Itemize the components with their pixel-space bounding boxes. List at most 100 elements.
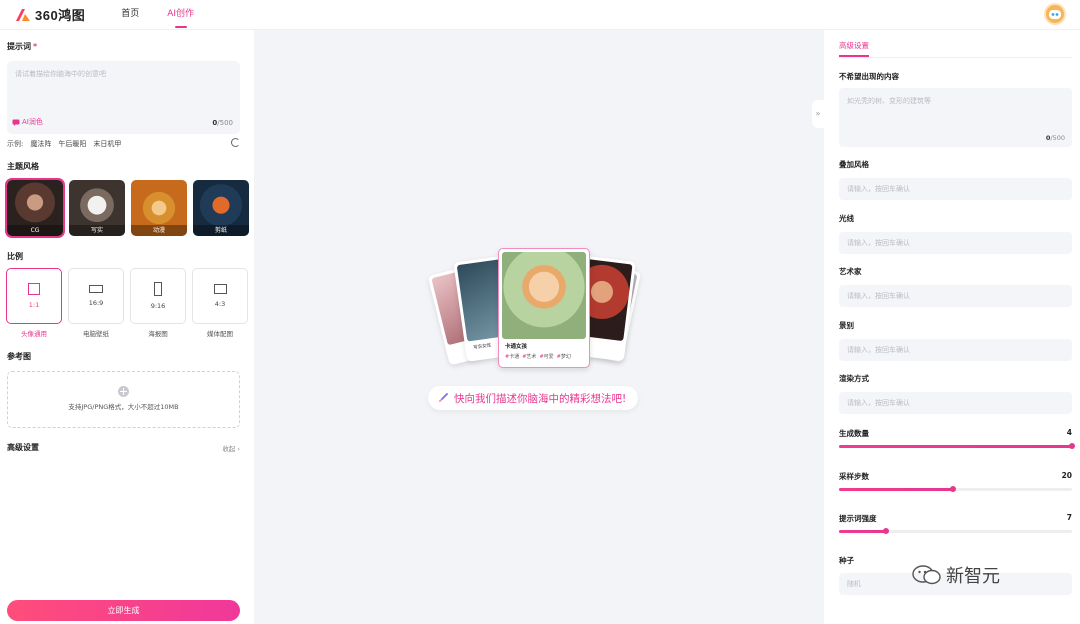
style-label: CG [7, 225, 63, 236]
style-card-cg[interactable]: CG [5, 178, 65, 238]
slider-strength: 提示词强度 7 [839, 513, 1072, 534]
prompt-counter: 0/500 [212, 119, 233, 127]
slider-value: 20 [1061, 471, 1072, 480]
slider-track[interactable] [839, 443, 1075, 449]
style-label: 写实 [69, 225, 125, 236]
example-item[interactable]: 末日机甲 [93, 139, 121, 149]
style-card-realistic[interactable]: 写实 [69, 180, 125, 236]
example-item[interactable]: 魔法阵 [30, 139, 51, 149]
shot-input[interactable]: 请输入，按回车确认 [839, 339, 1072, 361]
ai-polish-button[interactable]: AI润色 [12, 117, 43, 127]
ratio-value: 1:1 [28, 301, 40, 309]
negative-counter: 0/500 [1046, 134, 1065, 142]
advanced-title: 高级设置 [7, 443, 39, 452]
featured-sample-card[interactable]: 卡通女孩 卡通 艺术 可爱 梦幻 [498, 248, 590, 368]
chat-icon [12, 119, 20, 126]
slider-handle[interactable] [882, 528, 889, 534]
prompt-max: /500 [217, 119, 233, 127]
artist-input[interactable]: 请输入，按回车确认 [839, 285, 1072, 307]
logo[interactable]: 360鸿图 [14, 5, 85, 24]
style-card-anime[interactable]: 动漫 [131, 180, 187, 236]
examples-row: 示例: 魔法阵 午后暖阳 末日机甲 [7, 138, 240, 149]
slider-handle[interactable] [1069, 443, 1075, 449]
render-input[interactable]: 请输入，按回车确认 [839, 392, 1072, 414]
nav-item-home[interactable]: 首页 [121, 0, 139, 30]
negative-label: 不希望出现的内容 [839, 72, 899, 81]
wechat-icon [912, 565, 941, 585]
ratio-value: 16:9 [88, 299, 104, 307]
top-nav: 360鸿图 首页 AI创作 [0, 0, 1080, 30]
reference-title: 参考图 [7, 352, 31, 361]
ratio-value: 4:3 [214, 300, 226, 308]
prompt-input[interactable]: 请试着描绘你脑海中的创意吧 AI润色 0/500 [7, 61, 240, 134]
ratio-box: 9:16 [130, 268, 186, 324]
ratio-standard-icon [213, 284, 227, 294]
ratio-name: 海报图 [148, 330, 168, 338]
required-mark: * [33, 42, 38, 51]
tab-divider [839, 57, 1072, 58]
tab-advanced[interactable]: 高级设置 [839, 40, 869, 57]
collapse-button[interactable]: 收起 › [222, 443, 240, 453]
ratio-portrait-icon [154, 282, 162, 296]
slider-steps: 采样步数 20 [839, 471, 1072, 492]
ratio-16-9[interactable]: 16:9 电脑壁纸 [68, 268, 124, 338]
example-item[interactable]: 午后暖阳 [58, 139, 86, 149]
ratio-name: 电脑壁纸 [83, 330, 109, 338]
logo-text: 360鸿图 [35, 8, 86, 23]
ratio-1-1[interactable]: 1:1 头像通用 [6, 268, 62, 338]
reference-upload[interactable]: 支持JPG/PNG格式，大小不超过10MB [7, 371, 240, 428]
negative-input[interactable]: 如光秃的树、变形的建筑等 0/500 [839, 88, 1072, 147]
ratio-box: 1:1 [6, 268, 62, 324]
avatar[interactable] [1044, 3, 1066, 25]
negative-placeholder: 如光秃的树、变形的建筑等 [847, 97, 931, 105]
right-panel: 高级设置 不希望出现的内容 如光秃的树、变形的建筑等 0/500 叠加风格 请输… [824, 30, 1080, 624]
lighting-input[interactable]: 请输入，按回车确认 [839, 232, 1072, 254]
slider-fill [839, 488, 954, 491]
sample-card-title: 写实女性 [473, 343, 492, 351]
field-label: 景别 [839, 321, 854, 330]
refresh-icon[interactable] [231, 138, 240, 147]
ratio-9-16[interactable]: 9:16 海报图 [130, 268, 186, 338]
style-title: 主题风格 [7, 162, 39, 171]
sample-cards: 写实女性 卡通女孩 卡通 艺术 可爱 梦幻 [427, 240, 660, 380]
overlay-style-input[interactable]: 请输入，按回车确认 [839, 178, 1072, 200]
slider-track[interactable] [839, 528, 1072, 534]
prompt-placeholder: 请试着描绘你脑海中的创意吧 [15, 70, 106, 78]
brush-icon [439, 393, 448, 402]
slider-label: 生成数量 [839, 429, 869, 438]
tag: 梦幻 [557, 353, 571, 360]
style-card-papercut[interactable]: 剪纸 [193, 180, 249, 236]
generate-button[interactable]: 立即生成 [7, 600, 240, 621]
describe-hint-text: 快向我们描述你脑海中的精彩想法吧! [454, 392, 627, 405]
watermark-text: 新智元 [946, 566, 1000, 587]
ratio-value: 9:16 [150, 302, 166, 310]
expand-panel-button[interactable]: » [812, 100, 824, 128]
tag: 卡通 [505, 353, 519, 360]
slider-count: 生成数量 4 [839, 428, 1075, 449]
examples-label: 示例: [7, 140, 24, 148]
plus-icon [118, 386, 129, 397]
ratio-landscape-icon [89, 285, 103, 293]
field-label: 艺术家 [839, 267, 862, 276]
style-label: 动漫 [131, 225, 187, 236]
ratio-box: 16:9 [68, 268, 124, 324]
ratio-square-icon [28, 283, 40, 295]
logo-icon [16, 8, 30, 21]
field-label: 渲染方式 [839, 374, 869, 383]
style-list: CG 写实 动漫 剪纸 [5, 178, 249, 238]
prompt-title-text: 提示词 [7, 42, 31, 51]
slider-fill [839, 530, 886, 533]
canvas-area: » 写实女性 卡通女孩 卡通 艺术 可爱 梦幻 [254, 30, 824, 624]
avatar-face-icon [1049, 10, 1061, 19]
seed-label: 种子 [839, 556, 854, 565]
slider-value: 4 [1066, 428, 1072, 437]
slider-handle[interactable] [950, 486, 957, 492]
negative-max: /500 [1050, 134, 1065, 142]
slider-track[interactable] [839, 486, 1072, 492]
nav-item-ai-create[interactable]: AI创作 [167, 0, 194, 30]
ratio-4-3[interactable]: 4:3 媒体配图 [192, 268, 248, 338]
style-label: 剪纸 [193, 225, 249, 236]
tag: 可爱 [539, 353, 554, 360]
ratio-box: 4:3 [192, 268, 248, 324]
field-label: 叠加风格 [839, 160, 869, 169]
